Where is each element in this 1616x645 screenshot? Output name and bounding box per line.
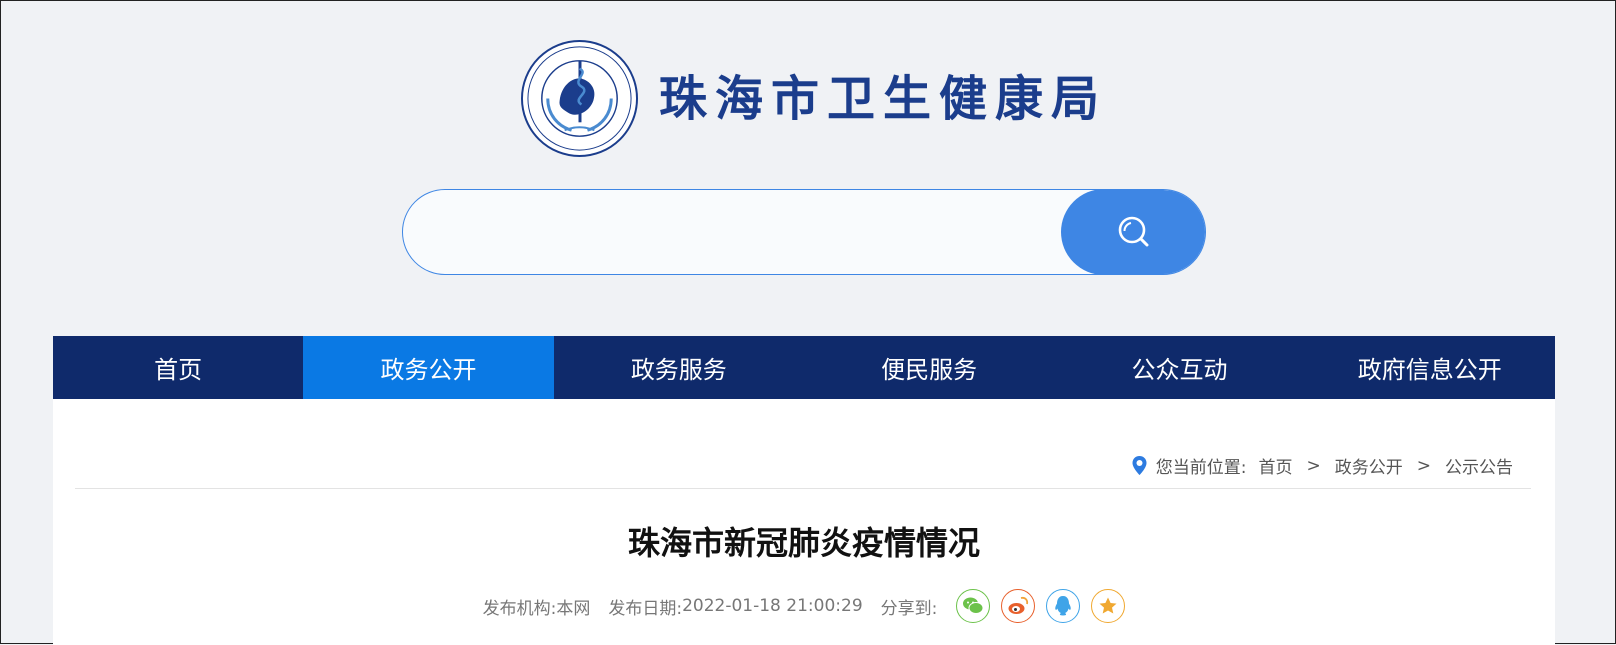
- article-container: 您当前位置: 首页 > 政务公开 > 公示公告 珠海市新冠肺炎疫情情况 发布机构…: [53, 399, 1555, 645]
- article-title: 珠海市新冠肺炎疫情情况: [627, 524, 980, 562]
- wechat-share-icon[interactable]: [956, 589, 991, 623]
- search-input[interactable]: [433, 190, 1037, 274]
- nav-item-home[interactable]: 首页: [53, 336, 303, 399]
- weibo-icon: [1008, 596, 1029, 614]
- nav-item-public-interaction[interactable]: 公众互动: [1054, 336, 1304, 399]
- nav-item-government-affairs-disclosure[interactable]: 政务公开: [303, 336, 554, 399]
- search-icon: [1118, 216, 1148, 247]
- share-label: 分享到:: [880, 598, 938, 619]
- publish-date-value: 2022-01-18 21:00:29: [682, 596, 863, 616]
- breadcrumb-announcements[interactable]: 公示公告: [1445, 453, 1513, 478]
- nav-item-government-services[interactable]: 政务服务: [554, 336, 804, 399]
- article-meta: 发布机构: 本网 发布日期: 2022-01-18 21:00:29 分享到:: [53, 589, 1555, 623]
- wechat-icon: [963, 597, 984, 614]
- health-bureau-seal-icon: [520, 39, 639, 158]
- site-header: 珠海市卫生健康局: [1, 1, 1616, 336]
- publish-date-label: 发布日期:: [608, 598, 683, 619]
- nav-item-public-services[interactable]: 便民服务: [804, 336, 1054, 399]
- location-pin-icon: [1132, 456, 1147, 475]
- breadcrumb-separator: >: [1416, 455, 1431, 476]
- nav-item-government-information[interactable]: 政府信息公开: [1305, 336, 1555, 399]
- qq-icon: [1055, 596, 1072, 616]
- breadcrumb-home[interactable]: 首页: [1259, 453, 1293, 478]
- breadcrumb-government-affairs[interactable]: 政务公开: [1335, 453, 1403, 478]
- divider: [75, 488, 1531, 489]
- search-bar: [402, 189, 1206, 275]
- main-nav: 首页 政务公开 政务服务 便民服务 公众互动 政府信息公开: [53, 336, 1555, 399]
- favorite-share-icon[interactable]: [1091, 589, 1126, 623]
- favorite-icon: [1099, 597, 1117, 614]
- breadcrumb-label: 您当前位置:: [1155, 458, 1247, 478]
- publisher-label: 发布机构:: [482, 598, 557, 619]
- search-button[interactable]: [1061, 190, 1205, 274]
- site-logo[interactable]: 珠海市卫生健康局: [520, 39, 1107, 158]
- publisher-value: 本网: [556, 598, 591, 619]
- breadcrumb-separator: >: [1306, 455, 1321, 476]
- weibo-share-icon[interactable]: [1001, 589, 1036, 623]
- breadcrumb: 您当前位置: 首页 > 政务公开 > 公示公告: [1131, 453, 1513, 478]
- site-title: 珠海市卫生健康局: [659, 70, 1108, 127]
- qq-share-icon[interactable]: [1046, 589, 1081, 623]
